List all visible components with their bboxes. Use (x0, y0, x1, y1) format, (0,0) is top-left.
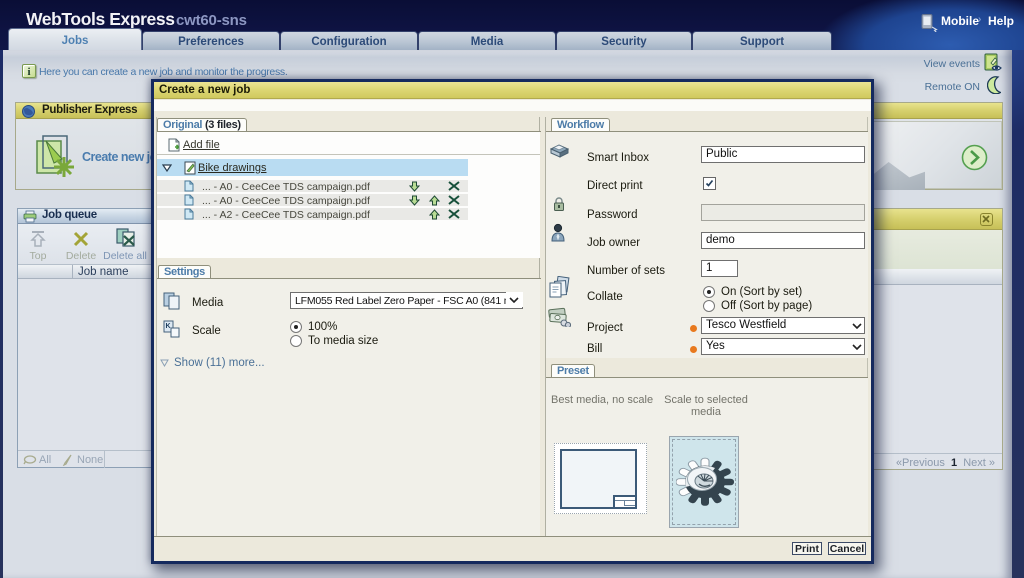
svg-text:K: K (166, 323, 171, 330)
